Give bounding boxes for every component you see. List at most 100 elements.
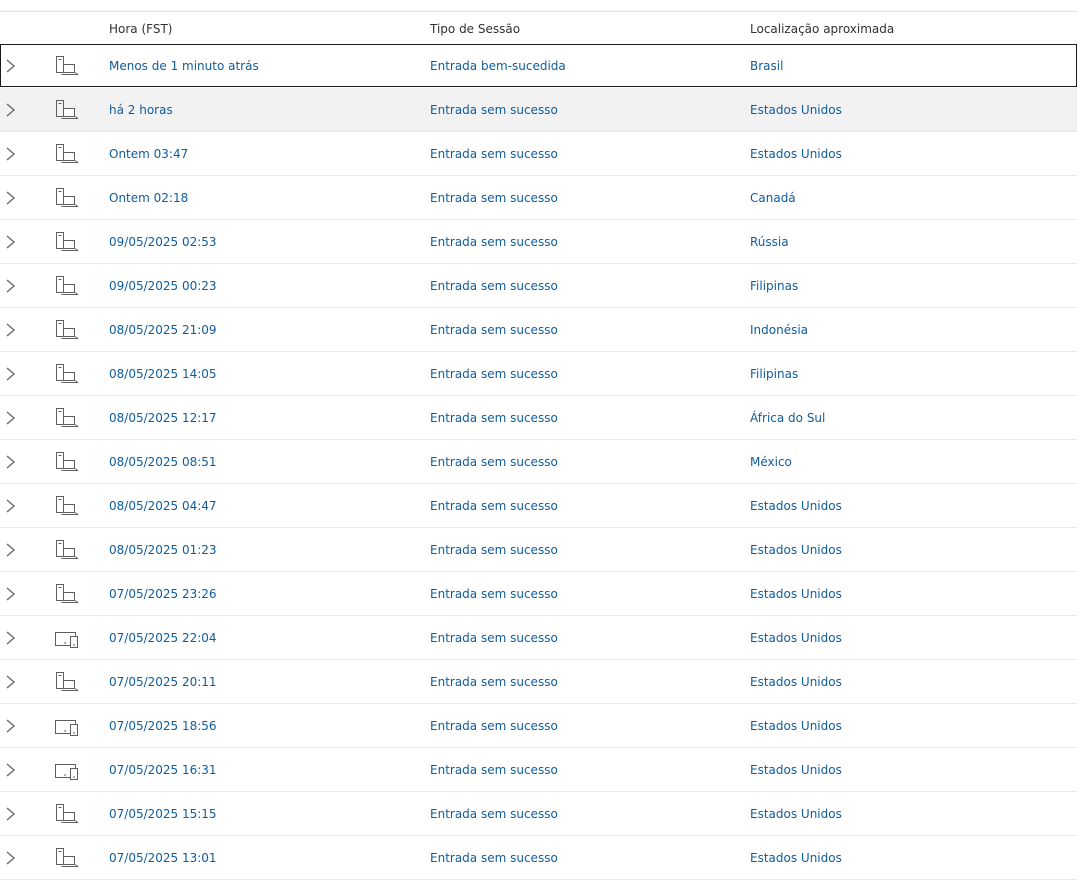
row-session-type: Entrada sem sucesso: [430, 675, 558, 689]
tablet-phone-icon: [54, 628, 80, 648]
chevron-right-icon[interactable]: [3, 630, 17, 646]
row-session-type: Entrada sem sucesso: [430, 103, 558, 117]
chevron-right-icon[interactable]: [3, 102, 17, 118]
row-time: 08/05/2025 21:09: [109, 323, 217, 337]
chevron-right-icon[interactable]: [3, 498, 17, 514]
row-location: Estados Unidos: [750, 675, 842, 689]
chevron-right-icon[interactable]: [3, 58, 17, 74]
desktop-laptop-icon: [54, 452, 80, 472]
table-row[interactable]: 09/05/2025 00:23 Entrada sem sucesso Fil…: [0, 264, 1077, 308]
table-row[interactable]: 07/05/2025 23:26 Entrada sem sucesso Est…: [0, 572, 1077, 616]
table-row[interactable]: 08/05/2025 21:09 Entrada sem sucesso Ind…: [0, 308, 1077, 352]
activity-table: Hora (FST) Tipo de Sessão Localização ap…: [0, 0, 1077, 886]
chevron-right-icon[interactable]: [3, 234, 17, 250]
row-time: 08/05/2025 04:47: [109, 499, 217, 513]
row-time: 07/05/2025 13:01: [109, 851, 217, 865]
chevron-right-icon[interactable]: [3, 454, 17, 470]
chevron-right-icon[interactable]: [3, 146, 17, 162]
row-location: Estados Unidos: [750, 807, 842, 821]
table-row[interactable]: 08/05/2025 04:47 Entrada sem sucesso Est…: [0, 484, 1077, 528]
row-location: Estados Unidos: [750, 147, 842, 161]
row-time: 07/05/2025 23:26: [109, 587, 217, 601]
row-location: Estados Unidos: [750, 587, 842, 601]
table-row[interactable]: 08/05/2025 14:05 Entrada sem sucesso Fil…: [0, 352, 1077, 396]
row-time: há 2 horas: [109, 103, 173, 117]
row-session-type: Entrada sem sucesso: [430, 455, 558, 469]
row-session-type: Entrada sem sucesso: [430, 191, 558, 205]
row-location: África do Sul: [750, 411, 826, 425]
row-session-type: Entrada sem sucesso: [430, 235, 558, 249]
chevron-right-icon[interactable]: [3, 762, 17, 778]
row-time: Menos de 1 minuto atrás: [109, 59, 259, 73]
table-row[interactable]: 07/05/2025 16:31 Entrada sem sucesso Est…: [0, 748, 1077, 792]
header-session-type[interactable]: Tipo de Sessão: [430, 21, 520, 37]
table-row[interactable]: Ontem 03:47 Entrada sem sucesso Estados …: [0, 132, 1077, 176]
row-location: Estados Unidos: [750, 103, 842, 117]
row-session-type: Entrada sem sucesso: [430, 279, 558, 293]
chevron-right-icon[interactable]: [3, 850, 17, 866]
table-row[interactable]: há 2 horas Entrada sem sucesso Estados U…: [0, 88, 1077, 132]
row-location: Canadá: [750, 191, 796, 205]
desktop-laptop-icon: [54, 584, 80, 604]
row-session-type: Entrada sem sucesso: [430, 763, 558, 777]
row-time: 08/05/2025 08:51: [109, 455, 217, 469]
chevron-right-icon[interactable]: [3, 806, 17, 822]
row-session-type: Entrada sem sucesso: [430, 587, 558, 601]
desktop-laptop-icon: [54, 848, 80, 868]
row-location: Estados Unidos: [750, 631, 842, 645]
table-row[interactable]: 08/05/2025 12:17 Entrada sem sucesso Áfr…: [0, 396, 1077, 440]
table-header: Hora (FST) Tipo de Sessão Localização ap…: [0, 12, 1077, 44]
chevron-right-icon[interactable]: [3, 674, 17, 690]
table-row[interactable]: 07/05/2025 20:11 Entrada sem sucesso Est…: [0, 660, 1077, 704]
row-time: 08/05/2025 14:05: [109, 367, 217, 381]
desktop-laptop-icon: [54, 540, 80, 560]
row-location: Filipinas: [750, 367, 799, 381]
desktop-laptop-icon: [54, 364, 80, 384]
chevron-right-icon[interactable]: [3, 278, 17, 294]
row-time: Ontem 02:18: [109, 191, 189, 205]
row-session-type: Entrada bem-sucedida: [430, 59, 566, 73]
chevron-right-icon[interactable]: [3, 410, 17, 426]
chevron-right-icon[interactable]: [3, 322, 17, 338]
desktop-laptop-icon: [54, 408, 80, 428]
row-session-type: Entrada sem sucesso: [430, 807, 558, 821]
chevron-right-icon[interactable]: [3, 542, 17, 558]
row-time: Ontem 03:47: [109, 147, 189, 161]
row-time: 07/05/2025 16:31: [109, 763, 217, 777]
table-row[interactable]: 09/05/2025 02:53 Entrada sem sucesso Rús…: [0, 220, 1077, 264]
row-session-type: Entrada sem sucesso: [430, 543, 558, 557]
row-location: Estados Unidos: [750, 499, 842, 513]
tablet-phone-icon: [54, 760, 80, 780]
row-location: Rússia: [750, 235, 789, 249]
row-time: 08/05/2025 01:23: [109, 543, 217, 557]
row-session-type: Entrada sem sucesso: [430, 367, 558, 381]
row-session-type: Entrada sem sucesso: [430, 411, 558, 425]
row-session-type: Entrada sem sucesso: [430, 719, 558, 733]
row-session-type: Entrada sem sucesso: [430, 147, 558, 161]
row-location: Filipinas: [750, 279, 799, 293]
row-time: 07/05/2025 20:11: [109, 675, 217, 689]
table-row[interactable]: Menos de 1 minuto atrás Entrada bem-suce…: [0, 44, 1077, 88]
table-row[interactable]: 07/05/2025 22:04 Entrada sem sucesso Est…: [0, 616, 1077, 660]
header-time[interactable]: Hora (FST): [109, 21, 172, 37]
row-time: 07/05/2025 15:15: [109, 807, 217, 821]
header-location[interactable]: Localização aproximada: [750, 21, 894, 37]
desktop-laptop-icon: [54, 672, 80, 692]
table-row[interactable]: 08/05/2025 08:51 Entrada sem sucesso Méx…: [0, 440, 1077, 484]
chevron-right-icon[interactable]: [3, 190, 17, 206]
desktop-laptop-icon: [54, 56, 80, 76]
row-session-type: Entrada sem sucesso: [430, 499, 558, 513]
table-row[interactable]: 07/05/2025 18:56 Entrada sem sucesso Est…: [0, 704, 1077, 748]
row-time: 07/05/2025 22:04: [109, 631, 217, 645]
table-row[interactable]: Ontem 02:18 Entrada sem sucesso Canadá: [0, 176, 1077, 220]
chevron-right-icon[interactable]: [3, 718, 17, 734]
chevron-right-icon[interactable]: [3, 366, 17, 382]
table-row[interactable]: 07/05/2025 13:01 Entrada sem sucesso Est…: [0, 836, 1077, 880]
table-row[interactable]: 08/05/2025 01:23 Entrada sem sucesso Est…: [0, 528, 1077, 572]
desktop-laptop-icon: [54, 804, 80, 824]
desktop-laptop-icon: [54, 232, 80, 252]
desktop-laptop-icon: [54, 496, 80, 516]
table-row[interactable]: 07/05/2025 15:15 Entrada sem sucesso Est…: [0, 792, 1077, 836]
row-location: México: [750, 455, 792, 469]
chevron-right-icon[interactable]: [3, 586, 17, 602]
